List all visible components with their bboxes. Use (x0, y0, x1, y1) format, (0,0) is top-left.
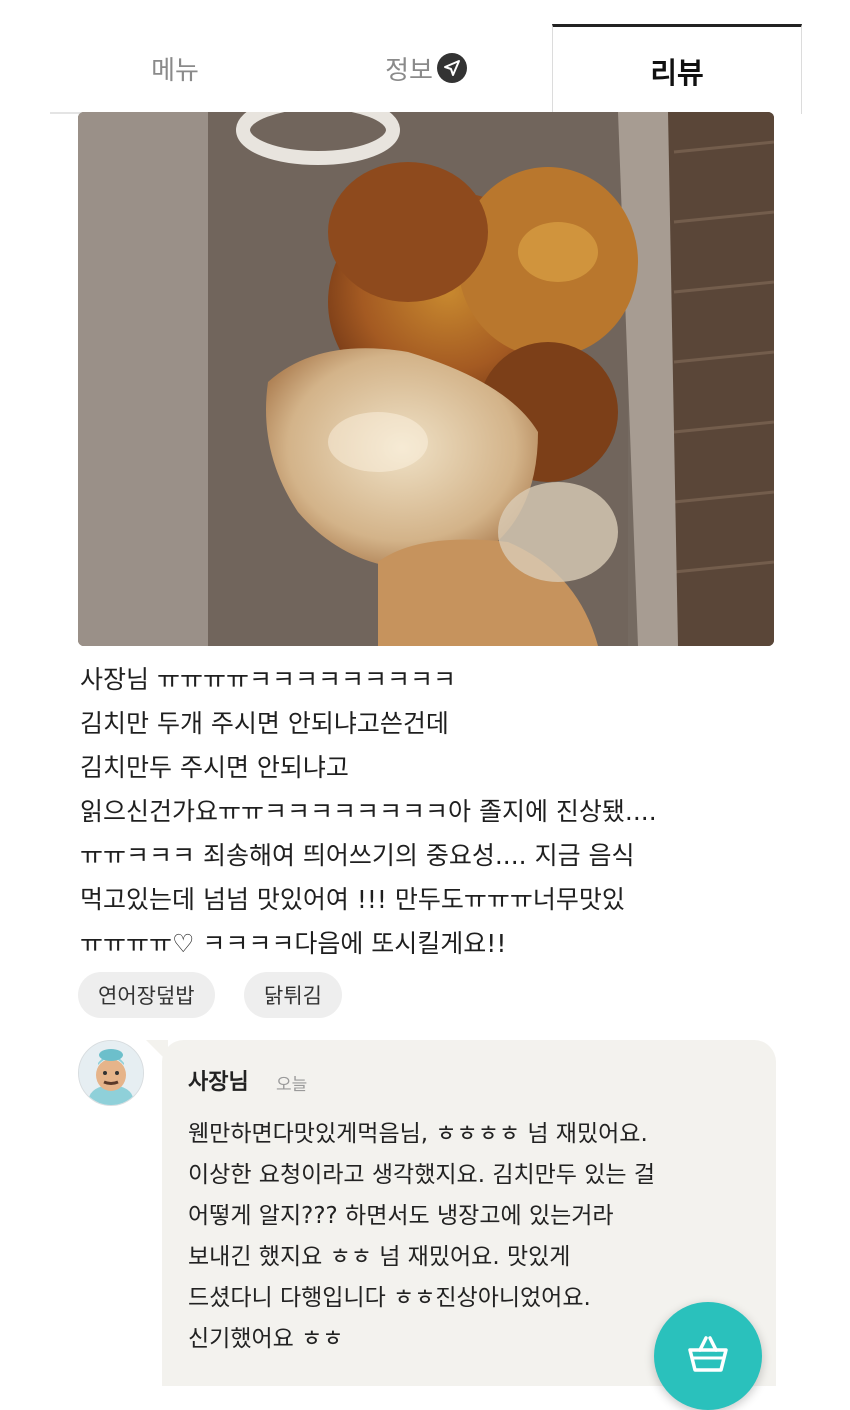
tab-menu[interactable]: 메뉴 (50, 24, 300, 112)
tab-info-label: 정보 (385, 55, 433, 86)
menu-tag[interactable]: 연어장덮밥 (78, 972, 215, 1018)
review-photo[interactable] (78, 112, 774, 646)
tab-review[interactable]: 리뷰 (552, 24, 802, 114)
tab-info[interactable]: 정보 (300, 24, 552, 112)
tab-bar: 메뉴 정보 리뷰 (50, 24, 802, 114)
reply-line: 보내긴 했지요 ㅎㅎ 넘 재밌어요. 맛있게 (188, 1244, 571, 1270)
reply-date: 오늘 (276, 1075, 308, 1095)
review-line: 읽으신건가요ㅠㅠㅋㅋㅋㅋㅋㅋㅋㅋ아 졸지에 진상됐.... (80, 797, 657, 826)
reply-line: 웬만하면다맛있게먹음님, ㅎㅎㅎㅎ 넘 재밌어요. (188, 1121, 648, 1147)
review-line: ㅠㅠㅠㅠ♡ ㅋㅋㅋㅋ다음에 또시킬게요!! (80, 929, 507, 958)
tab-review-label: 리뷰 (650, 55, 704, 90)
review-body: 사장님 ㅠㅠㅠㅠㅋㅋㅋㅋㅋㅋㅋㅋㅋ 김치만 두개 주시면 안되냐고쓴건데 김치만… (80, 658, 770, 966)
cart-button[interactable] (654, 1302, 762, 1410)
review-line: 김치만 두개 주시면 안되냐고쓴건데 (80, 709, 449, 738)
reply-line: 어떻게 알지??? 하면서도 냉장고에 있는거라 (188, 1203, 614, 1229)
menu-tag[interactable]: 닭튀김 (244, 972, 342, 1018)
shopping-basket-icon (686, 1334, 730, 1378)
review-line: 사장님 ㅠㅠㅠㅠㅋㅋㅋㅋㅋㅋㅋㅋㅋ (80, 665, 456, 694)
tab-menu-label: 메뉴 (151, 55, 199, 86)
owner-avatar (78, 1040, 144, 1106)
review-line: 먹고있는데 넘넘 맛있어여 !!! 만두도ㅠㅠㅠ너무맛있 (80, 885, 625, 914)
review-line: ㅠㅠㅋㅋㅋ 죄송해여 띄어쓰기의 중요성.... 지금 음식 (80, 841, 635, 870)
review-line: 김치만두 주시면 안되냐고 (80, 753, 349, 782)
send-icon (436, 53, 467, 83)
reply-line: 이상한 요청이라고 생각했지요. 김치만두 있는 걸 (188, 1162, 656, 1188)
reply-author: 사장님 (188, 1070, 249, 1095)
